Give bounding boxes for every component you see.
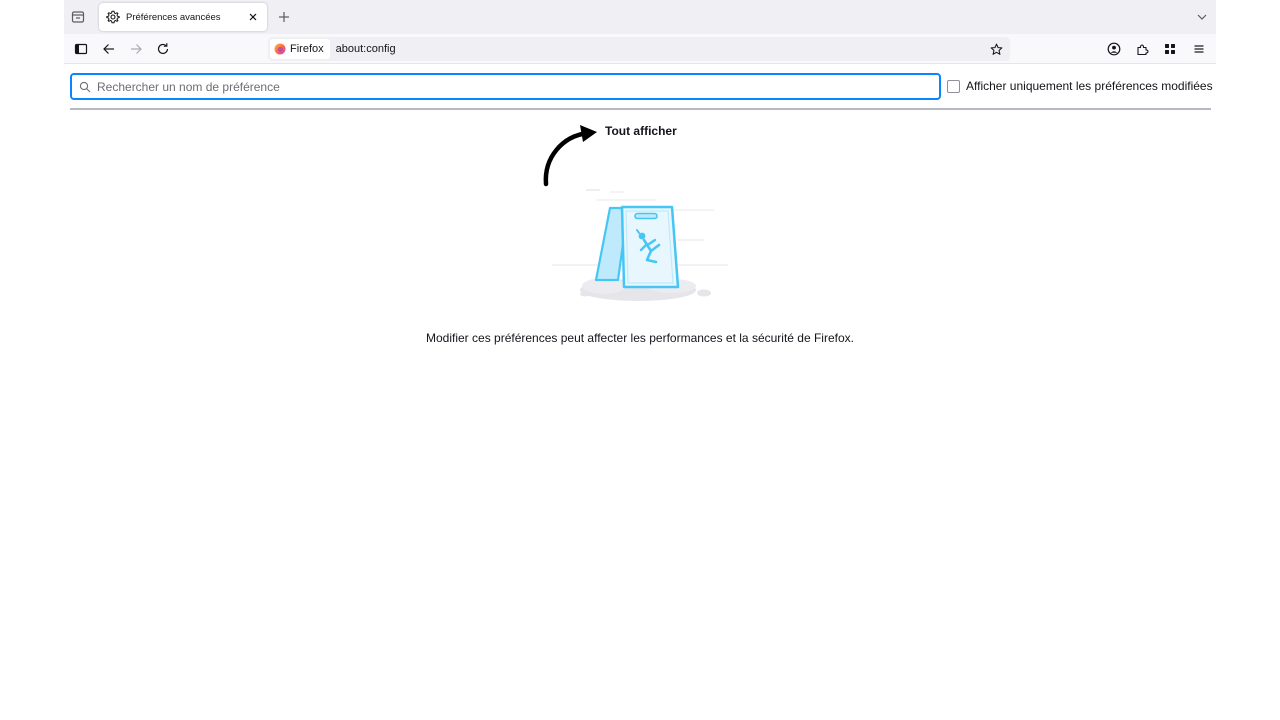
bookmark-button[interactable] (984, 38, 1008, 60)
puzzle-icon (1137, 44, 1149, 56)
firefox-logo-icon (274, 43, 286, 55)
tab-overview-button[interactable] (64, 3, 92, 31)
back-button[interactable] (95, 35, 123, 63)
modified-only-label[interactable]: Afficher uniquement les préférences modi… (966, 79, 1213, 93)
warning-text: Modifier ces préférences peut affecter l… (426, 331, 854, 345)
tab-close-button[interactable] (246, 10, 260, 24)
url-text[interactable]: about:config (336, 43, 984, 55)
forward-arrow-icon (131, 44, 142, 54)
browser-window: Préférences avancées Firefox about:confi… (64, 0, 1216, 720)
curved-arrow-icon (543, 125, 597, 187)
back-arrow-icon (103, 44, 114, 54)
show-all-button[interactable]: Tout afficher (605, 124, 677, 138)
tab-title: Préférences avancées (126, 11, 221, 23)
reload-icon (157, 43, 169, 55)
sidebar-icon (74, 43, 88, 55)
list-all-tabs-button[interactable] (1188, 3, 1216, 31)
divider (70, 108, 1211, 110)
search-input[interactable] (97, 79, 939, 94)
account-icon (1107, 42, 1121, 56)
tab-strip: Préférences avancées (64, 0, 1216, 34)
url-bar[interactable]: Firefox about:config (268, 37, 1010, 61)
sidebar-button[interactable] (67, 35, 95, 63)
apps-grid-icon (1165, 44, 1175, 54)
navigation-toolbar: Firefox about:config (64, 34, 1216, 64)
preference-search-box[interactable] (70, 73, 941, 100)
tab-preferences[interactable]: Préférences avancées (99, 3, 267, 31)
tab-overview-icon (71, 11, 85, 23)
wet-floor-sign-illustration (552, 189, 728, 301)
new-tab-button[interactable] (270, 3, 298, 31)
close-icon (249, 13, 257, 21)
modified-only-toggle[interactable]: Afficher uniquement les préférences modi… (947, 79, 1213, 93)
forward-button[interactable] (122, 35, 150, 63)
modified-only-checkbox[interactable] (947, 79, 960, 93)
plus-icon (279, 12, 289, 22)
identity-label: Firefox (290, 43, 324, 55)
star-icon (990, 43, 1002, 55)
hamburger-menu-icon (1194, 45, 1204, 53)
extensions-button[interactable] (1128, 35, 1156, 63)
reload-button[interactable] (149, 35, 177, 63)
chevron-down-icon (1197, 14, 1207, 20)
menu-button[interactable] (1185, 35, 1213, 63)
account-button[interactable] (1100, 35, 1128, 63)
apps-button[interactable] (1156, 35, 1184, 63)
search-icon (79, 81, 91, 93)
identity-box[interactable]: Firefox (270, 39, 330, 59)
gear-icon (106, 10, 120, 24)
